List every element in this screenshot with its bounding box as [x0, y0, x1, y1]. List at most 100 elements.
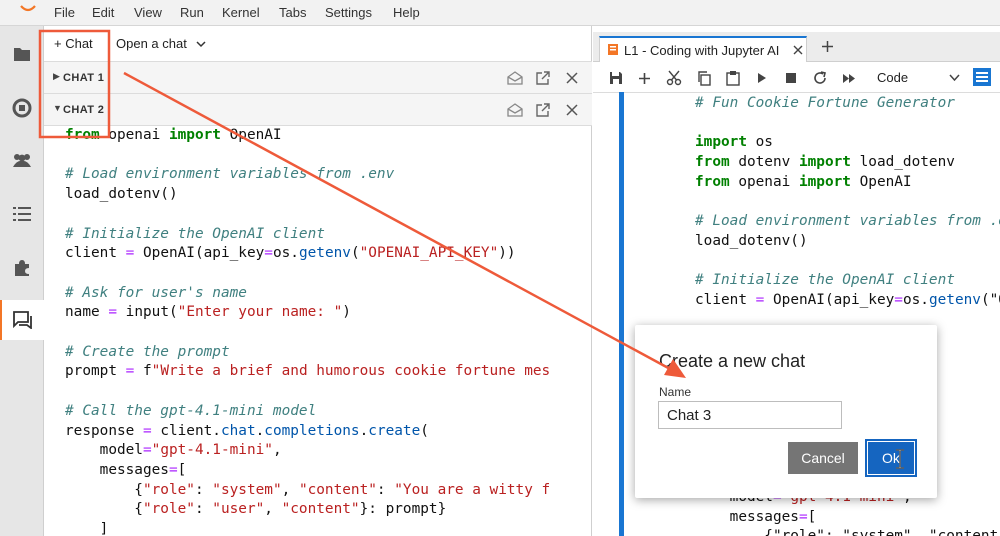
- code-token: {"role": "system", "content": [695, 528, 1000, 536]
- menu-edit[interactable]: Edit: [92, 5, 114, 20]
- text-cursor-icon: [896, 449, 904, 469]
- code-line: # Call the gpt-4.1-mini model: [65, 402, 575, 422]
- code-token: # Create the prompt: [65, 343, 230, 360]
- code-token: from: [695, 154, 730, 171]
- chat-section-header[interactable]: ▼ CHAT 2: [44, 94, 592, 126]
- caret-right-icon: ▶: [53, 71, 60, 81]
- running-tab[interactable]: [0, 88, 44, 128]
- close-icon[interactable]: [563, 101, 581, 119]
- code-line: name = input("Enter your name: "): [65, 303, 575, 323]
- menu-settings[interactable]: Settings: [325, 5, 372, 20]
- code-token: (: [420, 422, 429, 439]
- chat-panel: + Chat Open a chat ▶ CHAT 1 ▼ CHAT 2 fro…: [44, 26, 592, 536]
- code-token: getenv: [298, 245, 351, 262]
- stop-icon[interactable]: [782, 69, 800, 87]
- menu-kernel[interactable]: Kernel: [222, 5, 260, 20]
- open-chat-dropdown[interactable]: Open a chat: [116, 36, 206, 51]
- add-tab-icon[interactable]: [821, 40, 834, 53]
- code-token: from: [695, 173, 730, 190]
- cut-icon[interactable]: [665, 69, 683, 87]
- code-token: "Enter your name: ": [177, 304, 343, 321]
- code-token: {: [65, 481, 143, 498]
- file-browser-tab[interactable]: [0, 34, 44, 74]
- cell-type-select[interactable]: Code: [877, 70, 908, 85]
- save-icon[interactable]: [607, 69, 625, 87]
- extensions-tab[interactable]: [0, 248, 44, 288]
- code-token: ): [342, 304, 351, 321]
- mark-read-icon[interactable]: [506, 69, 524, 87]
- active-cell-indicator: [619, 92, 624, 536]
- code-line: prompt = f"Write a brief and humorous co…: [65, 362, 575, 382]
- chat-tab[interactable]: [0, 300, 44, 340]
- code-token: =: [168, 461, 178, 478]
- code-token: :: [194, 501, 213, 518]
- fast-forward-icon[interactable]: [840, 69, 858, 87]
- new-chat-button[interactable]: + Chat: [54, 36, 93, 51]
- mark-read-icon[interactable]: [506, 101, 524, 119]
- notebook-tab[interactable]: L1 - Coding with Jupyter AI: [599, 36, 807, 62]
- code-line: load_dotenv(): [695, 232, 1000, 252]
- open-in-main-area-icon[interactable]: [534, 69, 552, 87]
- insert-cell-icon[interactable]: [635, 69, 653, 87]
- activity-bar: [0, 26, 44, 536]
- code-token: import: [695, 134, 747, 151]
- close-icon[interactable]: [563, 69, 581, 87]
- code-token: {: [65, 501, 143, 518]
- menu-tabs[interactable]: Tabs: [279, 5, 306, 20]
- collaborators-tab[interactable]: [0, 140, 44, 180]
- menu-run[interactable]: Run: [180, 5, 204, 20]
- menu-view[interactable]: View: [134, 5, 162, 20]
- menu-file[interactable]: File: [54, 5, 75, 20]
- code-line: {"role": "user", "content"}: prompt}: [65, 500, 575, 520]
- code-line: import os: [695, 133, 1000, 153]
- code-token: load_dotenv(): [695, 232, 808, 249]
- menu-help[interactable]: Help: [393, 5, 420, 20]
- code-token: :: [194, 481, 213, 498]
- code-token: # Load environment variables from .env: [65, 166, 395, 183]
- code-token: # Call the gpt-4.1-mini model: [65, 402, 317, 419]
- code-token: prompt: [65, 363, 126, 380]
- ok-button[interactable]: Ok: [865, 439, 917, 477]
- restart-icon[interactable]: [811, 69, 829, 87]
- property-inspector-icon[interactable]: [973, 68, 991, 86]
- chat-name-input[interactable]: [658, 401, 842, 429]
- open-in-main-area-icon[interactable]: [534, 101, 552, 119]
- create-chat-dialog: Create a new chat Name Cancel Ok: [635, 325, 937, 498]
- code-line: model="gpt-4.1-mini",: [65, 441, 575, 461]
- copy-icon[interactable]: [695, 69, 713, 87]
- code-token: client.: [151, 422, 221, 439]
- code-token: messages: [65, 461, 169, 478]
- code-token: ,: [264, 501, 282, 518]
- table-of-contents-tab[interactable]: [0, 194, 44, 234]
- code-token: OpenAI: [850, 173, 912, 190]
- code-token: "OPENAI_API_KEY": [359, 245, 499, 262]
- code-token: load_dotenv: [850, 154, 955, 171]
- code-token: =: [142, 422, 152, 439]
- folder-icon: [14, 48, 30, 61]
- code-token: ,: [281, 481, 299, 498]
- paste-icon[interactable]: [724, 69, 742, 87]
- code-token: model: [65, 442, 143, 459]
- code-line: {"role": "system", "content": "You are a…: [65, 481, 575, 501]
- chevron-down-icon[interactable]: [949, 74, 960, 82]
- code-token: import: [168, 127, 221, 143]
- code-token: # Initialize the OpenAI client: [695, 272, 955, 289]
- code-token: load_dotenv(): [65, 186, 178, 203]
- code-token: os.: [902, 292, 929, 309]
- code-token: ]: [65, 521, 109, 536]
- chat-toolbar: + Chat Open a chat: [44, 26, 592, 62]
- code-line: # Create the prompt: [65, 343, 575, 363]
- code-token: OpenAI(api_key: [764, 292, 895, 309]
- cancel-button[interactable]: Cancel: [788, 442, 858, 474]
- run-icon[interactable]: [753, 69, 771, 87]
- chat-section-header[interactable]: ▶ CHAT 1: [44, 62, 592, 94]
- code-token: [: [177, 461, 187, 478]
- chevron-down-icon: [196, 41, 206, 48]
- code-token: messages: [695, 508, 799, 525]
- close-icon[interactable]: [793, 45, 803, 55]
- code-token: "gpt-4.1-mini": [151, 442, 273, 459]
